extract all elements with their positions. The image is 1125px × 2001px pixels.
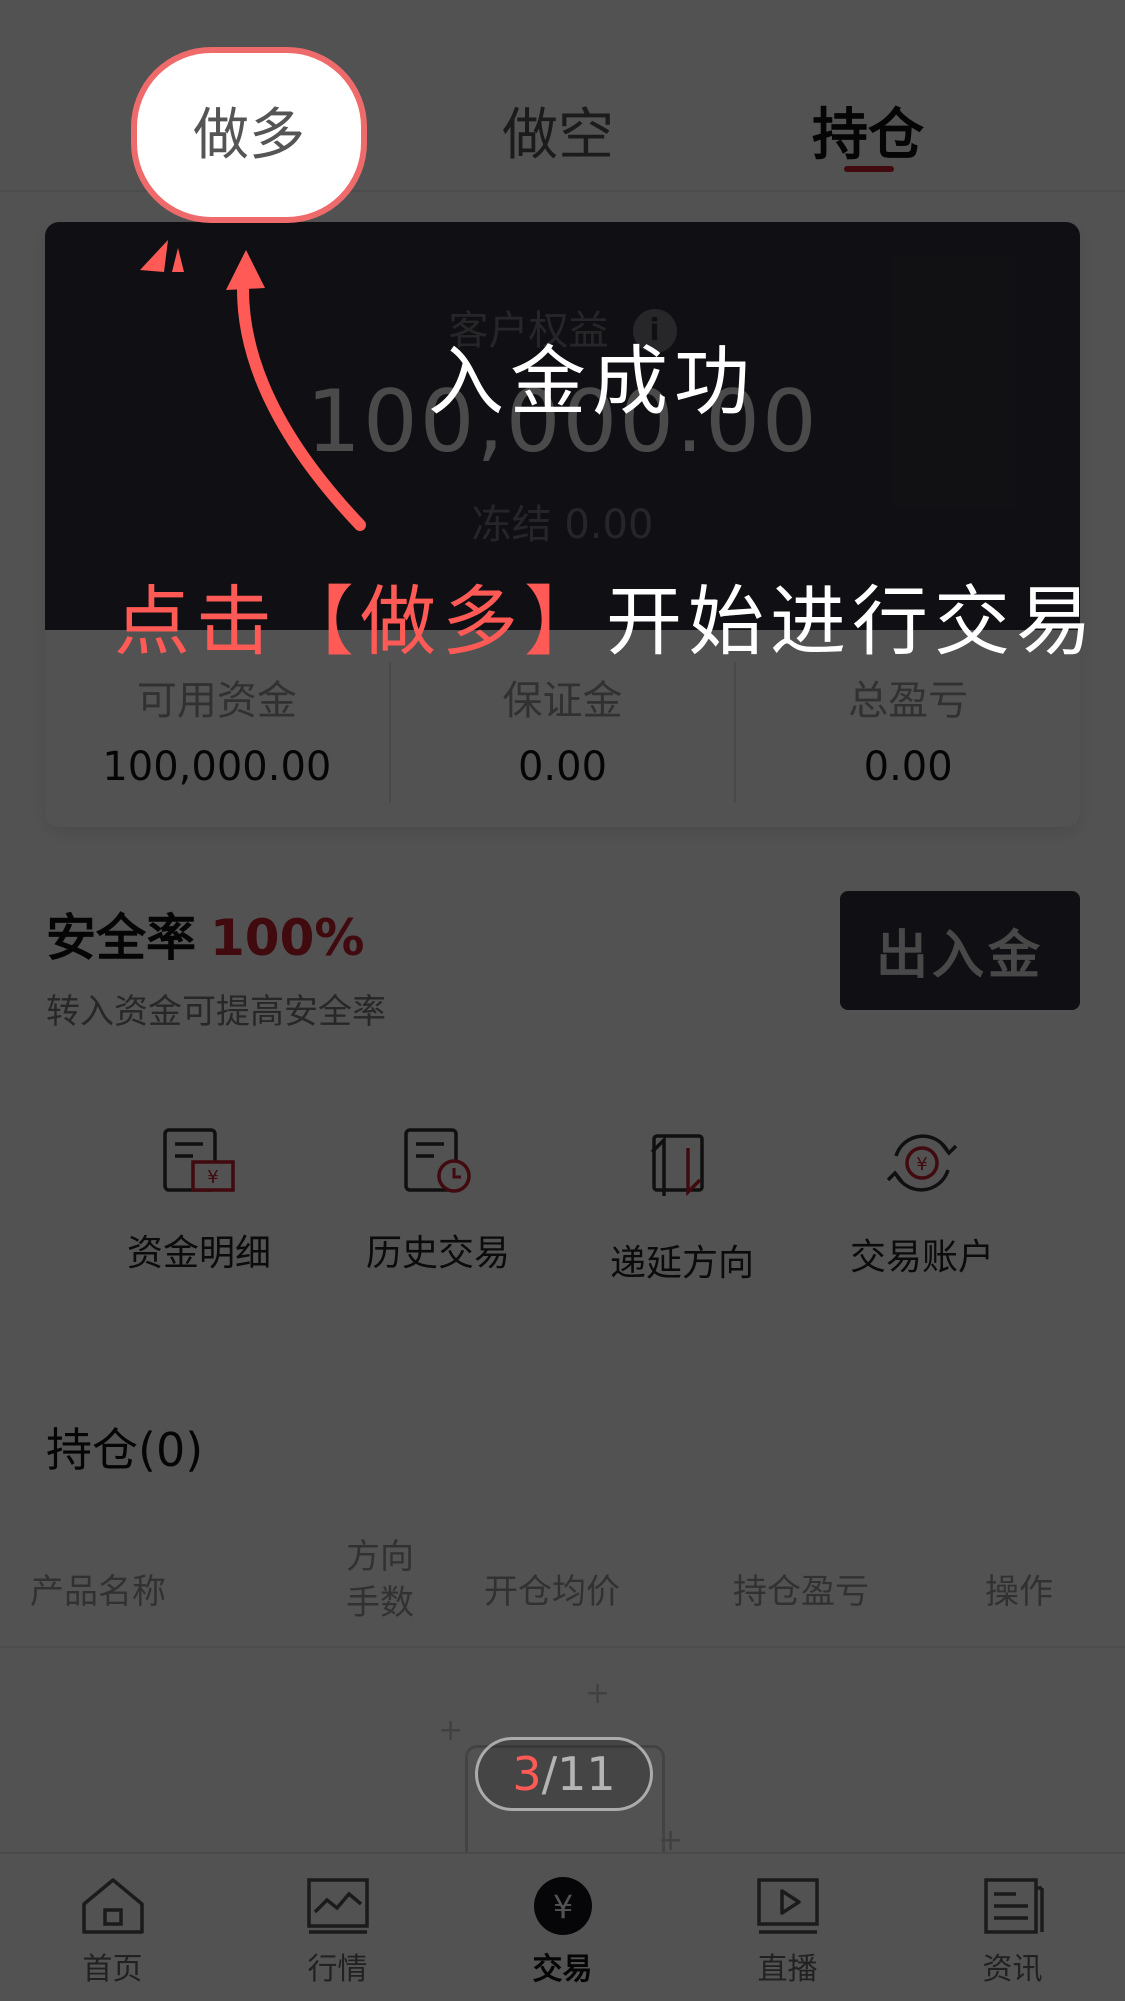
safety-rate-title: 安全率 100% xyxy=(46,898,364,970)
tutorial-text-instruction: 点击【做多】开始进行交易 xyxy=(114,560,1098,670)
live-play-icon xyxy=(756,1878,819,1934)
available-value: 100,000.00 xyxy=(102,744,332,790)
shortcut-label: 交易账户 xyxy=(849,1237,994,1278)
trading-account-icon: ¥ xyxy=(886,1134,958,1192)
shortcut-trade-history[interactable]: 历史交易 xyxy=(328,1126,548,1276)
safety-label: 安全率 xyxy=(46,909,196,967)
shortcut-deferred-direction[interactable]: 递延方向 xyxy=(572,1126,792,1286)
safety-rate-value: 100% xyxy=(210,909,365,967)
market-icon xyxy=(306,1878,369,1934)
shortcut-label: 历史交易 xyxy=(365,1233,510,1274)
nav-label: 首页 xyxy=(82,1952,143,1987)
deferred-direction-icon xyxy=(650,1134,704,1197)
col-avg-price: 开仓均价 xyxy=(484,1572,620,1612)
col-quantity: 手数 xyxy=(346,1583,414,1623)
tutorial-text-deposit-success: 入金成功 xyxy=(428,337,756,426)
nav-home[interactable]: 首页 xyxy=(0,1854,225,2001)
nav-label: 资讯 xyxy=(982,1952,1043,1987)
nav-live[interactable]: 直播 xyxy=(675,1854,900,2001)
nav-label: 行情 xyxy=(307,1952,368,1987)
tutorial-instruction-rest: 开始进行交易 xyxy=(606,577,1098,666)
col-action: 操作 xyxy=(985,1572,1053,1612)
nav-label: 交易 xyxy=(532,1952,593,1987)
holdings-title: 持仓(0) xyxy=(46,1423,204,1477)
nav-news[interactable]: 资讯 xyxy=(900,1854,1125,2001)
tutorial-page-indicator: 3/11 xyxy=(475,1737,653,1811)
trade-history-icon xyxy=(404,1128,471,1193)
nav-label: 直播 xyxy=(757,1952,818,1987)
page-current: 3 xyxy=(512,1747,542,1801)
home-icon xyxy=(81,1878,144,1934)
tutorial-highlight: 点击【做多】 xyxy=(114,577,606,666)
fund-detail-icon: ¥ xyxy=(163,1128,235,1192)
svg-text:¥: ¥ xyxy=(207,1167,218,1188)
shortcut-label: 资金明细 xyxy=(126,1233,271,1274)
col-product-name: 产品名称 xyxy=(30,1572,166,1612)
col-direction-qty: 方向 手数 xyxy=(346,1534,414,1626)
page-total: 11 xyxy=(557,1747,616,1801)
margin-value: 0.00 xyxy=(517,744,608,790)
news-icon xyxy=(983,1878,1044,1934)
nav-trade[interactable]: ¥ 交易 xyxy=(450,1854,675,2001)
deposit-withdraw-button[interactable]: 出入金 xyxy=(840,891,1080,1010)
page-separator: / xyxy=(541,1747,558,1801)
trade-yuan-icon: ¥ xyxy=(533,1877,592,1935)
total-pl-value: 0.00 xyxy=(863,744,953,790)
shortcut-trading-account[interactable]: ¥ 交易账户 xyxy=(812,1126,1032,1280)
sparkle-icon: + xyxy=(438,1713,464,1748)
shortcut-label: 递延方向 xyxy=(609,1243,754,1284)
shortcut-fund-detail[interactable]: ¥ 资金明细 xyxy=(89,1126,309,1276)
svg-text:¥: ¥ xyxy=(916,1154,927,1175)
safety-hint: 转入资金可提高安全率 xyxy=(46,992,386,1032)
sparkle-icon: + xyxy=(585,1676,611,1711)
col-direction: 方向 xyxy=(346,1537,414,1577)
svg-text:¥: ¥ xyxy=(552,1888,572,1926)
col-pl: 持仓盈亏 xyxy=(733,1572,869,1612)
holdings-table-header: 产品名称 方向 手数 开仓均价 持仓盈亏 操作 xyxy=(0,1530,1125,1648)
bottom-navigation: 首页 行情 ¥ 交易 直播 资讯 xyxy=(0,1852,1125,2001)
nav-market[interactable]: 行情 xyxy=(225,1854,450,2001)
